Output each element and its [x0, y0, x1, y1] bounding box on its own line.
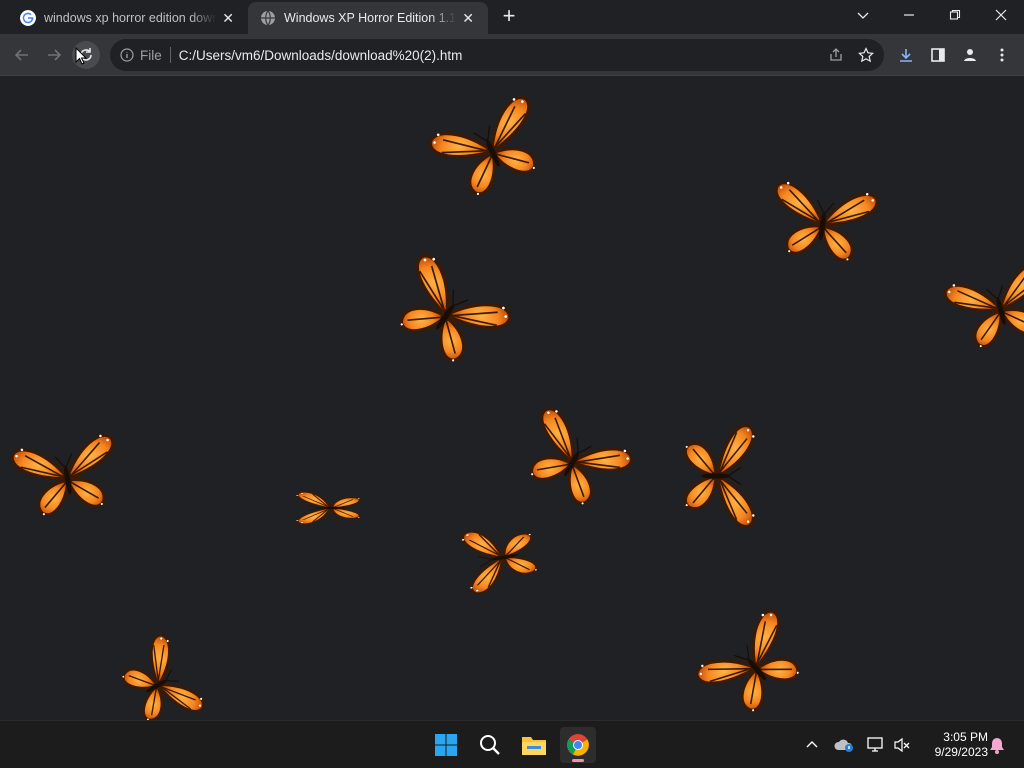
- butterfly-3: [375, 242, 521, 383]
- chrome-icon[interactable]: [560, 727, 596, 763]
- address-bar[interactable]: File C:/Users/vm6/Downloads/download%20(…: [110, 39, 884, 71]
- tab-title: Windows XP Horror Edition 1.1 -: [284, 11, 456, 25]
- browser-toolbar: File C:/Users/vm6/Downloads/download%20(…: [0, 34, 1024, 76]
- windows-start-icon[interactable]: [428, 727, 464, 763]
- windows-taskbar: 3:05 PM 9/29/2023: [0, 720, 1024, 768]
- page-content: [0, 76, 1024, 720]
- restore-icon[interactable]: [932, 0, 978, 30]
- butterfly-10: [682, 594, 826, 720]
- butterfly-11: [96, 622, 223, 720]
- chevron-up-icon[interactable]: [800, 733, 824, 757]
- butterfly-1: [422, 85, 560, 213]
- tab-title: windows xp horror edition down: [44, 11, 216, 25]
- notification-bell-icon[interactable]: [985, 733, 1009, 757]
- butterfly-8: [290, 482, 367, 535]
- google-icon: [20, 10, 36, 26]
- search-icon[interactable]: [472, 727, 508, 763]
- butterfly-9: [452, 513, 547, 603]
- info-icon[interactable]: [120, 48, 134, 62]
- minimize-icon[interactable]: [886, 0, 932, 30]
- forward-arrow-icon[interactable]: [40, 41, 68, 69]
- system-clock[interactable]: 3:05 PM 9/29/2023: [918, 730, 988, 760]
- butterfly-5: [503, 389, 645, 531]
- menu-dots-icon[interactable]: [988, 41, 1016, 69]
- back-arrow-icon[interactable]: [8, 41, 36, 69]
- tab-strip: windows xp horror edition down ✕ Windows…: [0, 0, 1024, 34]
- address-separator: [169, 47, 171, 63]
- mouse-cursor-icon: [75, 47, 87, 65]
- chevron-down-icon[interactable]: [840, 0, 886, 30]
- star-icon[interactable]: [858, 47, 874, 63]
- scheme-label: File: [140, 47, 162, 63]
- clock-time: 3:05 PM: [943, 730, 988, 744]
- speaker-muted-icon[interactable]: [890, 733, 914, 757]
- butterfly-2: [759, 172, 888, 272]
- butterfly-6: [668, 424, 772, 528]
- download-icon[interactable]: [892, 41, 920, 69]
- onedrive-icon[interactable]: [832, 733, 856, 757]
- globe-icon: [261, 10, 275, 26]
- active-app-indicator: [572, 759, 584, 762]
- side-panel-icon[interactable]: [924, 41, 952, 69]
- tab-google-search[interactable]: windows xp horror edition down ✕: [8, 2, 248, 34]
- close-tab-icon[interactable]: ✕: [462, 10, 474, 26]
- plus-icon[interactable]: +: [498, 5, 520, 28]
- share-icon[interactable]: [828, 47, 844, 63]
- close-tab-icon[interactable]: ✕: [222, 10, 234, 26]
- network-icon[interactable]: [864, 733, 888, 757]
- close-icon[interactable]: [978, 0, 1024, 30]
- clock-date: 9/29/2023: [934, 745, 988, 759]
- tab-active-page[interactable]: Windows XP Horror Edition 1.1 - ✕: [248, 2, 488, 34]
- file-explorer-icon[interactable]: [516, 727, 552, 763]
- url-text[interactable]: C:/Users/vm6/Downloads/download%20(2).ht…: [179, 48, 463, 63]
- profile-icon[interactable]: [956, 41, 984, 69]
- butterfly-7: [2, 424, 133, 527]
- butterfly-4: [935, 253, 1024, 361]
